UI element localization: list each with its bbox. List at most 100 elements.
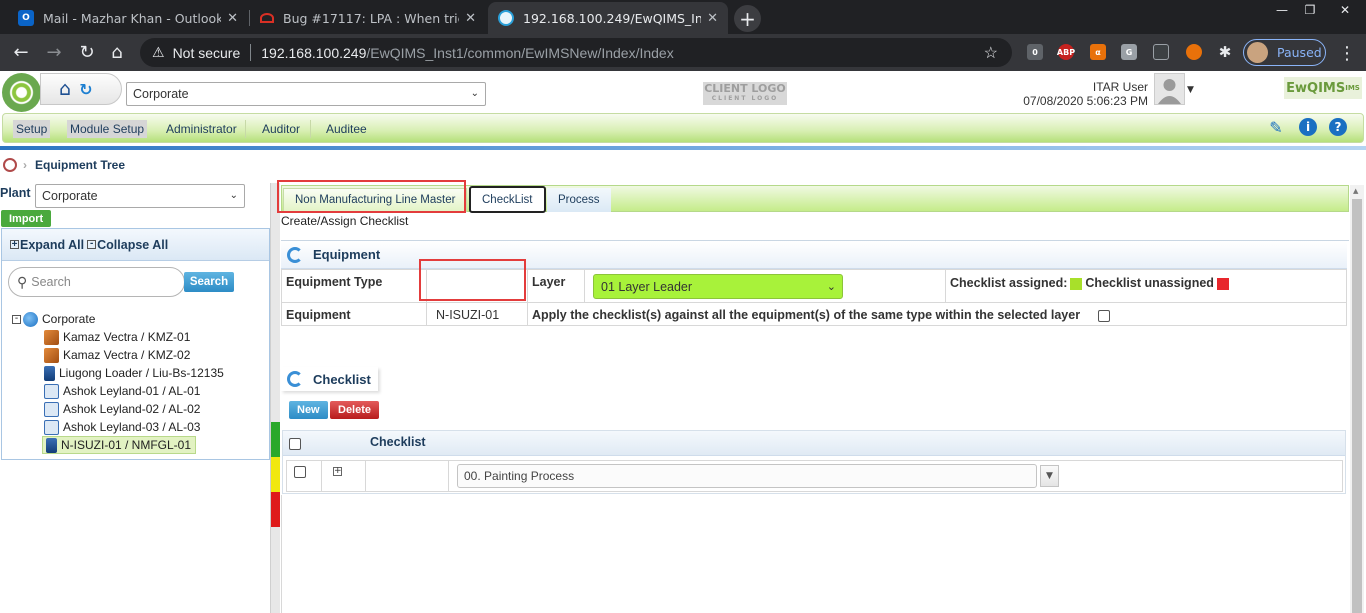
- refresh-icon[interactable]: [287, 246, 303, 263]
- search-icon: ⚲: [17, 273, 28, 290]
- tree-node-label: Liugong Loader / Liu-Bs-12135: [59, 366, 224, 380]
- highlight-box: [277, 180, 466, 213]
- window-close-icon[interactable]: ✕: [1326, 0, 1364, 20]
- tab-checklist[interactable]: CheckList: [469, 186, 546, 213]
- vertical-scrollbar[interactable]: ▲: [1350, 185, 1364, 613]
- tree-node[interactable]: Ashok Leyland-03 / AL-03: [44, 418, 200, 436]
- minimize-icon[interactable]: —: [1268, 0, 1296, 20]
- puzzle-icon[interactable]: ✱: [1217, 43, 1233, 61]
- checklist-legend: Checklist assigned: Checklist unassigned: [950, 276, 1232, 290]
- tree-search-input[interactable]: ⚲ Search: [8, 267, 185, 297]
- tree-node-root[interactable]: - Corporate: [12, 310, 95, 328]
- home-icon[interactable]: ⌂: [106, 42, 128, 63]
- menu-auditor[interactable]: Auditor: [259, 120, 312, 138]
- scroll-up-icon[interactable]: ▲: [1353, 187, 1358, 195]
- firefox-icon[interactable]: [1186, 44, 1202, 60]
- help-icon[interactable]: ?: [1329, 118, 1347, 136]
- select-all-checkbox[interactable]: [289, 438, 301, 450]
- menu-auditee[interactable]: Auditee: [323, 120, 370, 138]
- scrollbar-thumb[interactable]: [1352, 199, 1362, 613]
- tree-node[interactable]: Ashok Leyland-01 / AL-01: [44, 382, 200, 400]
- divider: [321, 460, 322, 491]
- tree-node[interactable]: Liugong Loader / Liu-Bs-12135: [44, 364, 224, 382]
- divider: [250, 44, 252, 61]
- search-button[interactable]: Search: [184, 272, 234, 292]
- tree-node-label: Ashok Leyland-03 / AL-03: [63, 420, 201, 434]
- col-checklist-header: Checklist: [370, 435, 426, 449]
- panel-splitter[interactable]: [270, 183, 280, 613]
- tree-node-label: Kamaz Vectra / KMZ-01: [63, 330, 191, 344]
- tree-node-selected[interactable]: N-ISUZI-01 / NMFGL-01: [42, 436, 197, 454]
- collapse-icon[interactable]: -: [87, 239, 97, 249]
- tree-node[interactable]: Ashok Leyland-02 / AL-02: [44, 400, 200, 418]
- layer-select[interactable]: 01 Layer Leader ⌄: [593, 274, 843, 299]
- plant-select[interactable]: Corporate ⌄: [126, 82, 486, 106]
- extension-icon[interactable]: α: [1090, 44, 1106, 60]
- menu-setup[interactable]: Setup: [13, 120, 51, 138]
- apply-checkbox[interactable]: [1098, 310, 1110, 322]
- warning-icon[interactable]: ⚠: [152, 44, 165, 61]
- machine-gear-icon: [44, 401, 59, 417]
- row-checkbox[interactable]: [294, 466, 306, 478]
- menu-module-setup[interactable]: Module Setup: [67, 120, 148, 138]
- unassigned-label: Checklist unassigned: [1085, 276, 1214, 290]
- table-header: [283, 431, 1345, 456]
- status-segment-green: [271, 422, 280, 457]
- security-label[interactable]: Not secure: [173, 45, 241, 61]
- equipment-value: N-ISUZI-01: [436, 308, 500, 322]
- product-logo: EwQIMS IMS: [1284, 77, 1362, 99]
- plant-tree-select[interactable]: Corporate ⌄: [35, 184, 245, 208]
- user-avatar[interactable]: [1154, 73, 1185, 105]
- adblock-icon[interactable]: ABP: [1057, 44, 1075, 60]
- checklist-select-value: 00. Painting Process: [464, 469, 575, 483]
- expand-icon[interactable]: +: [10, 240, 19, 250]
- tree-node[interactable]: Kamaz Vectra / KMZ-01: [44, 328, 190, 346]
- collapse-icon[interactable]: -: [12, 313, 21, 324]
- browser-tab-active[interactable]: 192.168.100.249/EwQIMS_Inst1/c ✕: [488, 2, 728, 34]
- extension-icon[interactable]: 0: [1027, 44, 1043, 60]
- avatar: [1247, 42, 1268, 63]
- restore-icon[interactable]: ❐: [1296, 0, 1324, 20]
- expand-all-link[interactable]: Expand All: [20, 238, 84, 252]
- checklist-select[interactable]: 00. Painting Process: [457, 464, 1037, 488]
- info-icon[interactable]: i: [1299, 118, 1317, 136]
- back-icon[interactable]: ←: [10, 42, 32, 63]
- collapse-all-link[interactable]: Collapse All: [97, 238, 168, 252]
- datetime: 07/08/2020 5:06:23 PM: [1023, 94, 1148, 108]
- caret-down-icon[interactable]: ▼: [1187, 85, 1194, 95]
- equipment-title: Equipment: [313, 247, 381, 262]
- forward-icon[interactable]: →: [43, 42, 65, 63]
- chevron-down-icon[interactable]: ▼: [1040, 465, 1059, 487]
- chevron-right-icon: ›: [23, 158, 27, 172]
- close-icon[interactable]: ✕: [465, 11, 476, 26]
- content-area: [281, 495, 1347, 613]
- import-button[interactable]: Import: [1, 210, 52, 227]
- refresh-icon[interactable]: [287, 371, 303, 387]
- profile-button[interactable]: Paused: [1243, 39, 1326, 66]
- pdf-icon[interactable]: [1153, 44, 1169, 60]
- close-icon[interactable]: ✕: [227, 11, 238, 26]
- menu-dots-icon[interactable]: ⋮: [1336, 43, 1358, 64]
- tab-process[interactable]: Process: [547, 188, 611, 212]
- new-button[interactable]: New: [289, 401, 328, 419]
- refresh-icon[interactable]: ↻: [79, 80, 92, 99]
- tree-node-label: N-ISUZI-01 / NMFGL-01: [61, 438, 192, 452]
- close-icon[interactable]: ✕: [707, 11, 718, 26]
- highlight-box: [419, 259, 526, 301]
- new-tab-button[interactable]: +: [734, 5, 761, 32]
- tree-node[interactable]: Kamaz Vectra / KMZ-02: [44, 346, 190, 364]
- reload-icon[interactable]: ↻: [76, 42, 98, 63]
- menu-administrator[interactable]: Administrator: [163, 120, 246, 138]
- address-bar[interactable]: ⚠ Not secure 192.168.100.249/EwQIMS_Inst…: [140, 38, 1012, 67]
- divider: [448, 460, 449, 491]
- extension-icon[interactable]: G: [1121, 44, 1137, 60]
- bookmark-star-icon[interactable]: ☆: [984, 43, 998, 63]
- home-icon[interactable]: ⌂: [59, 78, 71, 100]
- expand-row-icon[interactable]: +: [333, 467, 342, 476]
- divider: [584, 269, 585, 302]
- pin-icon[interactable]: ✎: [1267, 118, 1285, 137]
- delete-button[interactable]: Delete: [330, 401, 380, 419]
- browser-tab-bug[interactable]: Bug #17117: LPA : When tried to ✕: [250, 2, 486, 34]
- site-icon: [498, 10, 514, 26]
- browser-tab-outlook[interactable]: O Mail - Mazhar Khan - Outlook ✕: [8, 2, 248, 34]
